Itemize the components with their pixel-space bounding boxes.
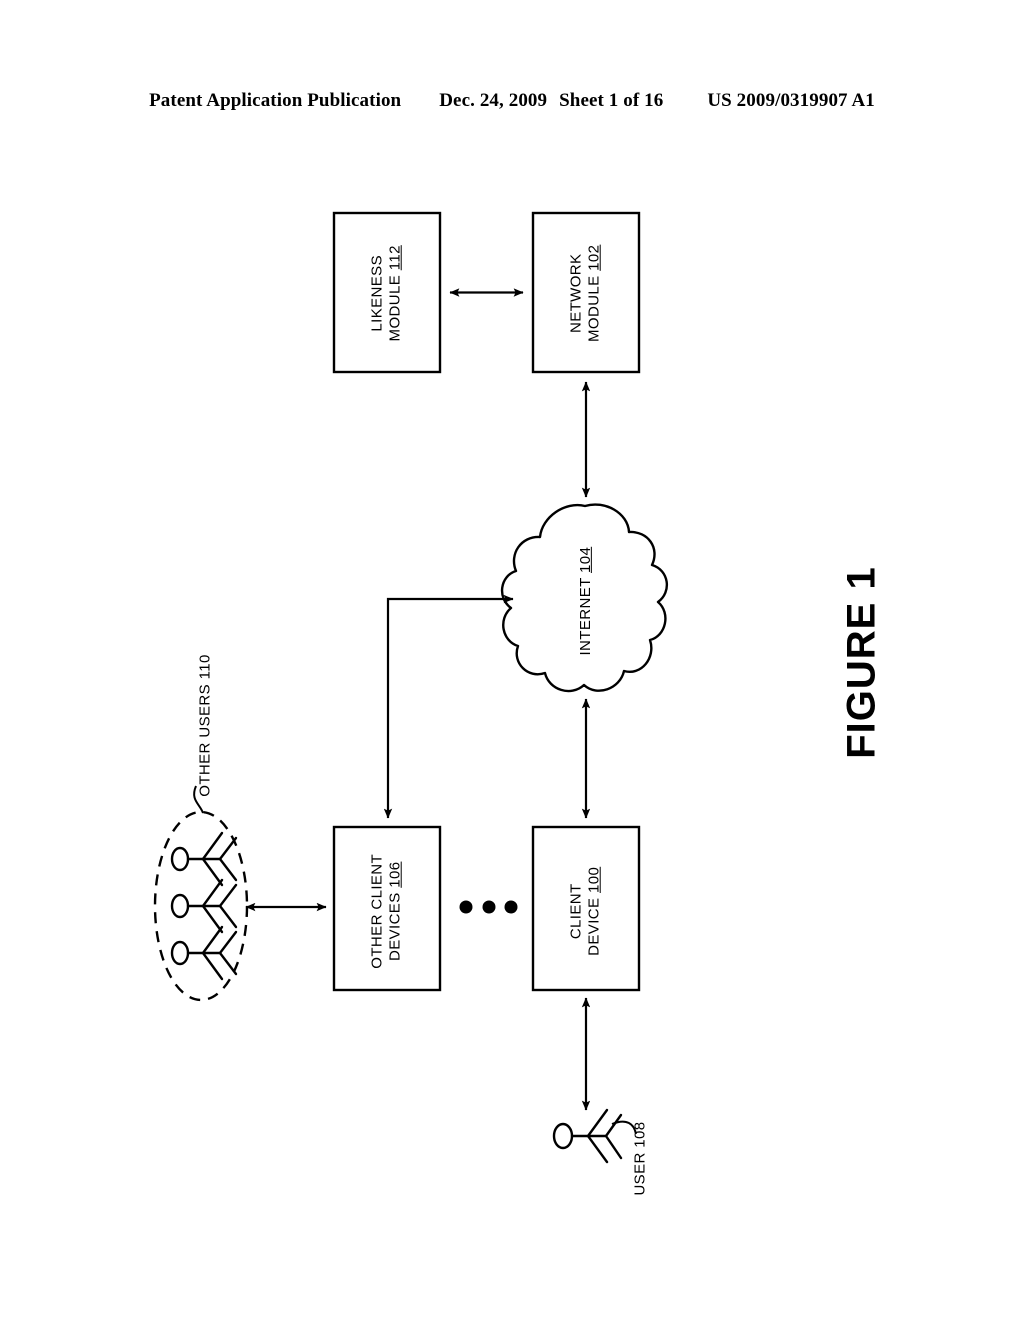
figure-title: FIGURE 1 (839, 566, 884, 759)
network-module-ref: 102 (586, 244, 603, 271)
internet-label: INTERNET 104 (577, 526, 595, 676)
figure-1-diagram: LIKENESS MODULE 112 NETWORK MODULE 102 I… (0, 0, 1024, 1320)
other-user-figure-3 (170, 925, 238, 981)
user-figure (552, 1108, 623, 1164)
client-device-ref: 100 (586, 866, 603, 893)
other-client-devices-line2: DEVICES (387, 892, 404, 962)
other-user-figure-2 (170, 878, 238, 934)
arrow-other-client-devices-to-internet (383, 594, 514, 819)
other-client-devices-ref: 106 (387, 861, 404, 888)
internet-line1: INTERNET (576, 577, 594, 656)
network-module-label: NETWORK MODULE 102 (568, 218, 605, 368)
other-user-figure-1 (170, 831, 238, 887)
other-users-label: OTHER USERS 110 (196, 654, 214, 797)
client-device-label: CLIENT DEVICE 100 (568, 836, 605, 986)
client-device-line2: DEVICE (586, 897, 603, 956)
likeness-module-ref: 112 (387, 245, 404, 271)
network-module-line1: NETWORK (567, 253, 585, 334)
likeness-module-line2: MODULE (387, 274, 404, 342)
user-label: USER 108 (631, 1121, 649, 1196)
network-module-line2: MODULE (586, 275, 603, 342)
likeness-module-label: LIKENESS MODULE 112 (369, 218, 406, 368)
other-client-devices-line1: OTHER CLIENT (368, 853, 386, 969)
likeness-module-line1: LIKENESS (368, 255, 386, 332)
client-device-line1: CLIENT (567, 883, 585, 940)
ellipsis-dots (459, 900, 518, 914)
other-client-devices-label: OTHER CLIENT DEVICES 106 (369, 836, 406, 986)
internet-ref: 104 (576, 546, 594, 574)
